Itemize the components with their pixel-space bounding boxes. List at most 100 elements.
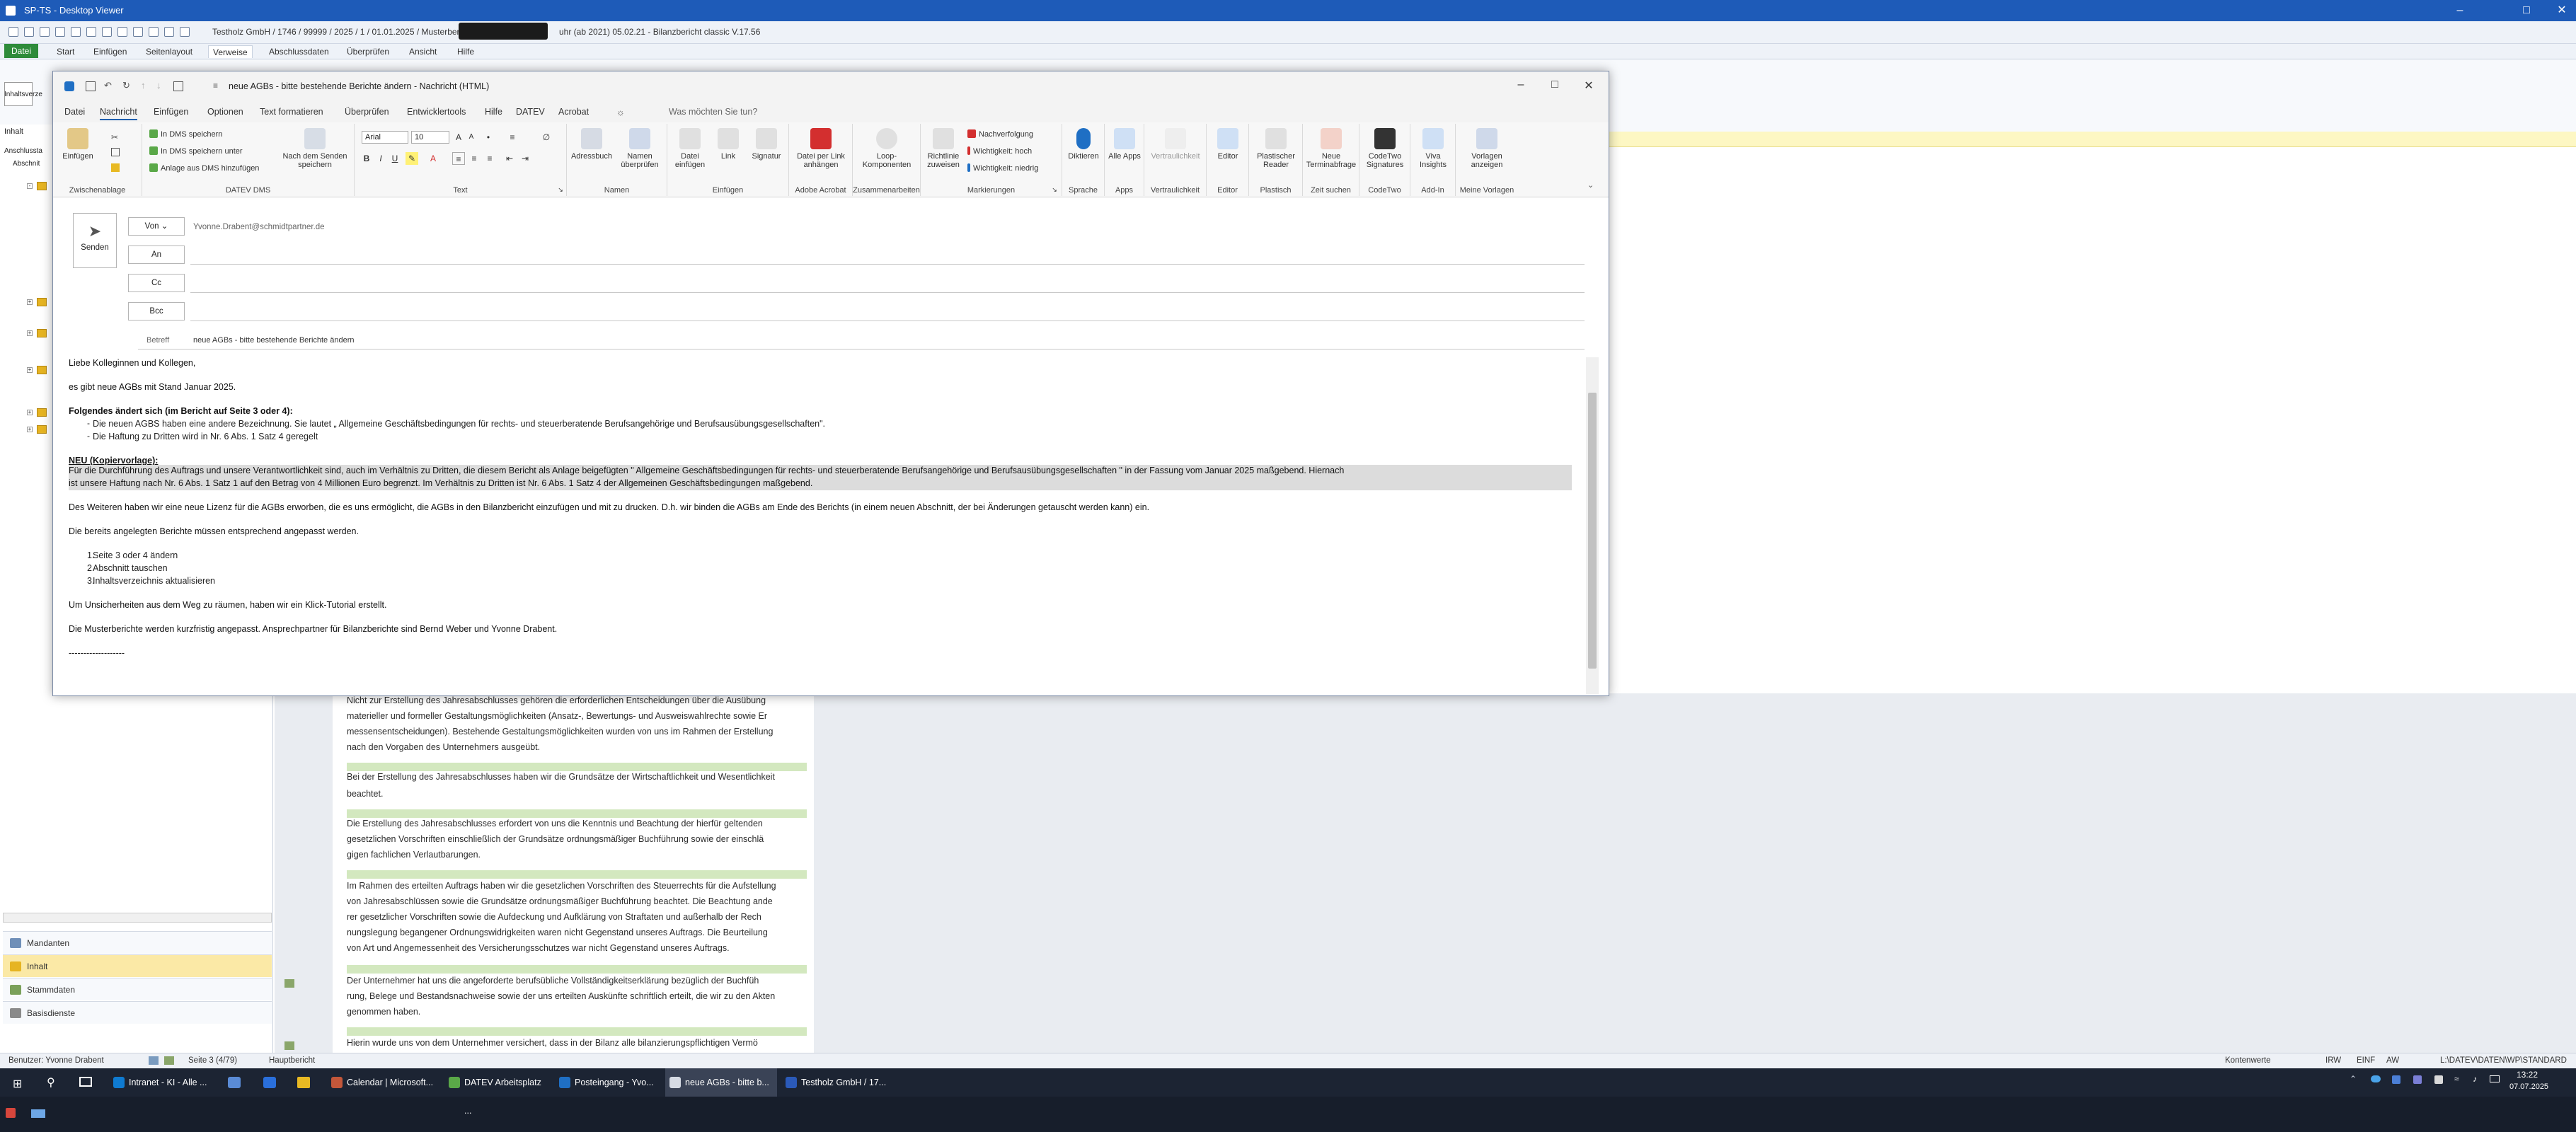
- tab-verweise[interactable]: Verweise: [208, 45, 253, 58]
- tab-acrobat[interactable]: Acrobat: [558, 107, 589, 117]
- tab-abschlussdaten[interactable]: Abschlussdaten: [269, 45, 329, 58]
- close-icon[interactable]: ✕: [1575, 79, 1603, 96]
- dictate-button[interactable]: Diktieren: [1064, 128, 1103, 161]
- tree-item-abschnitt[interactable]: Abschnit: [13, 160, 40, 168]
- undo-icon[interactable]: ↶: [104, 81, 114, 91]
- search-icon[interactable]: ⚲: [47, 1075, 55, 1090]
- explorer-icon[interactable]: [297, 1077, 310, 1088]
- tab-ansicht[interactable]: Ansicht: [409, 45, 437, 58]
- new-icon[interactable]: [40, 27, 50, 37]
- expand-icon[interactable]: +: [27, 330, 33, 336]
- defender-icon[interactable]: [263, 1077, 276, 1088]
- tab-einfuegen[interactable]: Einfügen: [93, 45, 127, 58]
- format-painter-icon[interactable]: [111, 163, 120, 172]
- new-poll-button[interactable]: Neue Terminabfrage: [1306, 128, 1357, 169]
- grow-font-icon[interactable]: A: [452, 131, 465, 144]
- shrink-font-icon[interactable]: A: [465, 131, 478, 144]
- save-icon[interactable]: [86, 81, 96, 91]
- cut-icon[interactable]: ✂: [111, 132, 118, 142]
- wifi-icon[interactable]: ≈: [2454, 1074, 2459, 1084]
- dms-save-as-button[interactable]: In DMS speichern unter: [149, 146, 243, 156]
- link-icon[interactable]: [180, 27, 190, 37]
- tab-entwicklertools[interactable]: Entwicklertools: [407, 107, 466, 117]
- open-icon[interactable]: [55, 27, 65, 37]
- undo-icon[interactable]: [24, 27, 34, 37]
- chart-icon[interactable]: [164, 27, 174, 37]
- to-field[interactable]: [190, 264, 1585, 265]
- subject-field[interactable]: neue AGBs - bitte bestehende Berichte än…: [193, 336, 355, 345]
- tab-datei[interactable]: Datei: [4, 44, 38, 58]
- tab-datev[interactable]: DATEV: [516, 107, 545, 117]
- loop-button[interactable]: Loop-Komponenten: [856, 128, 918, 169]
- font-name-select[interactable]: Arial: [362, 131, 408, 144]
- paste-button[interactable]: Einfügen: [60, 128, 96, 161]
- remote-session-bar[interactable]: [459, 23, 548, 40]
- gutter-marker-icon[interactable]: [284, 1041, 294, 1050]
- to-button[interactable]: An: [128, 246, 185, 264]
- bullets-icon[interactable]: •: [482, 131, 495, 144]
- task-view-icon[interactable]: [79, 1077, 92, 1087]
- tell-me-search[interactable]: Was möchten Sie tun?: [669, 107, 757, 117]
- nav-basisdienste[interactable]: Basisdienste: [3, 1001, 272, 1024]
- paste-icon[interactable]: [117, 27, 127, 37]
- copy-icon[interactable]: [111, 148, 120, 156]
- importance-low-button[interactable]: Wichtigkeit: niedrig: [967, 163, 1038, 173]
- minimize-icon[interactable]: –: [1507, 79, 1535, 96]
- expand-icon[interactable]: -: [27, 183, 33, 189]
- taskbar-item-mail[interactable]: neue AGBs - bitte b...: [665, 1068, 777, 1097]
- viva-insights-button[interactable]: Viva Insights: [1413, 128, 1453, 169]
- teams-icon[interactable]: [2413, 1075, 2422, 1084]
- outdent-icon[interactable]: ⇤: [503, 152, 516, 165]
- clear-format-icon[interactable]: ∅: [540, 131, 553, 144]
- font-size-select[interactable]: 10: [411, 131, 449, 144]
- expand-icon[interactable]: +: [27, 427, 33, 432]
- tab-start[interactable]: Start: [57, 45, 74, 58]
- link-button[interactable]: Link: [711, 128, 745, 161]
- vertical-scrollbar[interactable]: [1586, 357, 1599, 694]
- follow-up-button[interactable]: Nachverfolgung: [967, 129, 1033, 139]
- importance-high-button[interactable]: Wichtigkeit: hoch: [967, 146, 1032, 156]
- dms-save-button[interactable]: In DMS speichern: [149, 129, 222, 139]
- customize-icon[interactable]: ≡: [213, 81, 223, 91]
- align-left-icon[interactable]: ≡: [452, 152, 465, 165]
- tree-row[interactable]: -: [8, 181, 58, 192]
- nav-stammdaten[interactable]: Stammdaten: [3, 978, 272, 1000]
- align-center-icon[interactable]: ≡: [468, 152, 481, 165]
- copy-icon[interactable]: [102, 27, 112, 37]
- attach-file-button[interactable]: Datei einfügen: [670, 128, 710, 169]
- gutter-marker-icon[interactable]: [284, 979, 294, 988]
- tree-row[interactable]: +: [8, 365, 58, 376]
- view-templates-button[interactable]: Vorlagen anzeigen: [1459, 128, 1515, 169]
- tab-ueberpruefen[interactable]: Überprüfen: [345, 107, 389, 117]
- maximize-icon[interactable]: □: [1541, 79, 1569, 96]
- taskbar-item-calendar[interactable]: Calendar | Microsoft...: [327, 1068, 440, 1097]
- ribbon-collapse-icon[interactable]: ⌄: [1587, 180, 1594, 190]
- tab-text-formatieren[interactable]: Text formatieren: [260, 107, 323, 117]
- align-right-icon[interactable]: ≡: [483, 152, 496, 165]
- redo-icon[interactable]: ↻: [122, 81, 132, 91]
- bcc-field[interactable]: [190, 320, 1585, 321]
- bold-icon[interactable]: B: [360, 152, 373, 165]
- tab-optionen[interactable]: Optionen: [207, 107, 243, 117]
- immersive-reader-button[interactable]: Plastischer Reader: [1252, 128, 1300, 169]
- numbering-icon[interactable]: ≡: [506, 131, 519, 144]
- expand-icon[interactable]: +: [27, 299, 33, 305]
- tray-app-icon[interactable]: [2392, 1075, 2400, 1084]
- save-icon[interactable]: [8, 27, 18, 37]
- tab-einfuegen[interactable]: Einfügen: [154, 107, 188, 117]
- assign-policy-button[interactable]: Richtlinie zuweisen: [924, 128, 963, 169]
- nav-mandanten[interactable]: Mandanten: [3, 931, 272, 954]
- tree-row[interactable]: +: [8, 408, 58, 419]
- signature-button[interactable]: Signatur: [747, 128, 786, 161]
- battery-icon[interactable]: [2490, 1075, 2500, 1082]
- message-body[interactable]: Liebe Kolleginnen und Kollegen, es gibt …: [69, 357, 1586, 694]
- desktop-icon[interactable]: [31, 1109, 45, 1118]
- from-button[interactable]: Von ⌄: [128, 217, 185, 236]
- taskbar-item-intranet[interactable]: Intranet - KI - Alle ...: [109, 1068, 215, 1097]
- highlight-icon[interactable]: ✎: [406, 152, 418, 165]
- tree-row[interactable]: +: [8, 328, 58, 340]
- attach-link-pdf-button[interactable]: Datei per Link anhängen: [792, 128, 850, 169]
- close-icon[interactable]: ✕: [2541, 0, 2576, 21]
- tab-seitenlayout[interactable]: Seitenlayout: [146, 45, 192, 58]
- codetwo-button[interactable]: CodeTwo Signatures: [1362, 128, 1408, 169]
